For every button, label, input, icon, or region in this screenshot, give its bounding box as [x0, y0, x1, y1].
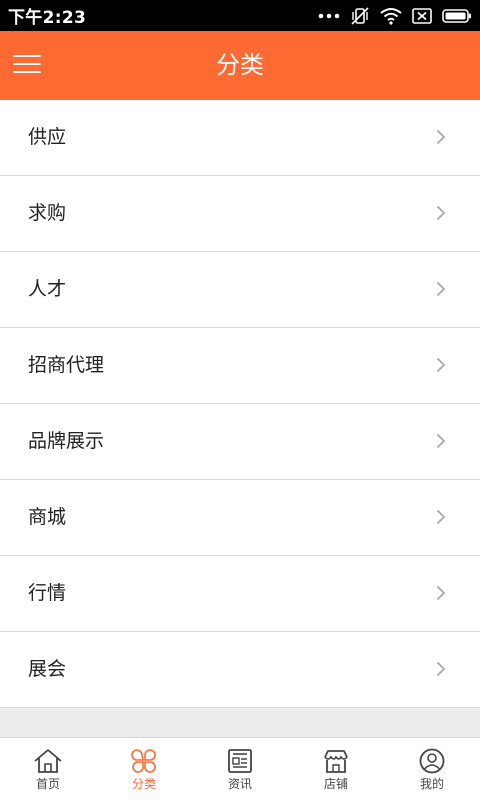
chevron-right-icon	[436, 661, 446, 677]
category-item-investment-agency[interactable]: 招商代理	[0, 328, 480, 404]
news-icon	[228, 749, 252, 773]
more-dots-icon	[318, 12, 340, 20]
category-label: 展会	[28, 658, 67, 680]
app-header: 分类	[0, 31, 480, 100]
tab-shop[interactable]: 店铺	[288, 738, 384, 800]
category-list: 供应 求购 人才 招商代理 品牌展示 商城 行情 展会	[0, 100, 480, 708]
no-sim-icon	[412, 7, 432, 24]
battery-icon	[442, 8, 472, 23]
tab-label: 店铺	[323, 777, 348, 791]
chevron-right-icon	[436, 585, 446, 601]
vibrate-off-icon	[350, 6, 370, 26]
page-title: 分类	[216, 51, 264, 79]
tab-label: 我的	[419, 777, 444, 791]
chevron-right-icon	[436, 205, 446, 221]
category-item-purchase[interactable]: 求购	[0, 176, 480, 252]
chevron-right-icon	[436, 129, 446, 145]
category-item-mall[interactable]: 商城	[0, 480, 480, 556]
category-label: 人才	[28, 278, 67, 300]
tab-category[interactable]: 分类	[96, 738, 192, 800]
chevron-right-icon	[436, 433, 446, 449]
status-icons	[318, 6, 472, 26]
status-time: 下午2:23	[8, 8, 87, 28]
tab-label: 分类	[131, 777, 156, 791]
category-label: 行情	[28, 582, 67, 604]
category-item-market-prices[interactable]: 行情	[0, 556, 480, 632]
category-item-talent[interactable]: 人才	[0, 252, 480, 328]
category-icon	[131, 749, 156, 773]
shop-icon	[324, 750, 348, 773]
tab-label: 资讯	[227, 777, 252, 791]
chevron-right-icon	[436, 281, 446, 297]
category-label: 招商代理	[28, 354, 105, 376]
chevron-right-icon	[436, 357, 446, 373]
tab-news[interactable]: 资讯	[192, 738, 288, 800]
category-label: 求购	[28, 202, 67, 224]
home-icon	[34, 749, 62, 773]
category-item-brand-showcase[interactable]: 品牌展示	[0, 404, 480, 480]
category-label: 商城	[28, 506, 67, 528]
tab-label: 首页	[35, 777, 60, 791]
category-item-supply[interactable]: 供应	[0, 100, 480, 176]
category-label: 品牌展示	[28, 430, 105, 452]
bottom-tab-bar: 首页 分类 资讯 店铺 我的	[0, 737, 480, 800]
chevron-right-icon	[436, 509, 446, 525]
category-item-exhibitions[interactable]: 展会	[0, 632, 480, 708]
tab-home[interactable]: 首页	[0, 738, 96, 800]
tab-profile[interactable]: 我的	[384, 738, 480, 800]
wifi-icon	[380, 7, 402, 25]
user-icon	[419, 748, 445, 774]
category-label: 供应	[28, 126, 67, 148]
status-bar: 下午2:23	[0, 0, 480, 31]
